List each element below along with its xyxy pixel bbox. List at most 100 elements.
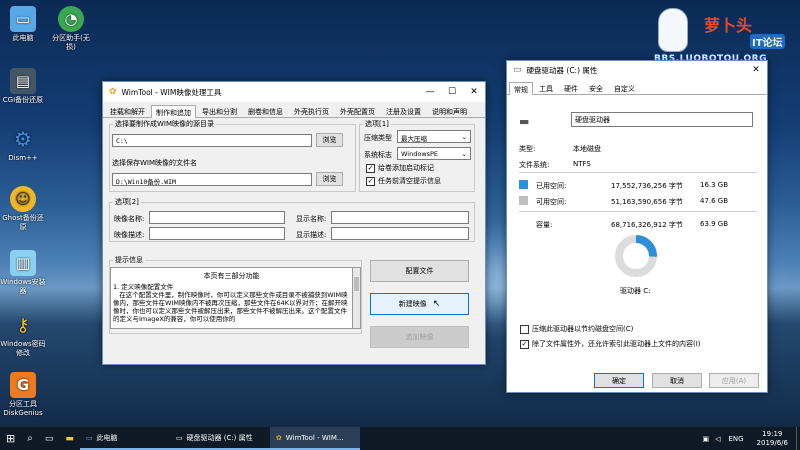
wimtool-titlebar[interactable]: ✿ WimTool - WIM映像处理工具 — ☐ ✕ <box>103 82 485 102</box>
drive-name-input[interactable]: 硬盘驱动器 <box>571 112 753 127</box>
apply-button[interactable]: 应用(A) <box>709 373 759 388</box>
compress-drive-label: 压缩此驱动器以节约磁盘空间(C) <box>532 325 634 333</box>
wimtool-app-icon: ✿ <box>275 433 282 442</box>
info-scrollbar[interactable] <box>352 267 361 329</box>
desktop-icon-password[interactable]: ⚷ Windows密码修改 <box>0 312 46 358</box>
clock-date: 2019/6/6 <box>756 438 788 447</box>
tab-mount[interactable]: 挂载和解开 <box>105 104 150 117</box>
maximize-button[interactable]: ☐ <box>441 82 463 102</box>
compress-label: 压缩类型 <box>364 134 392 142</box>
boot-mark-checkbox[interactable]: ✓ 给卷添加启动标记 <box>366 163 434 173</box>
capacity-bytes: 68,716,326,912 字节 <box>611 221 683 229</box>
task-view-icon[interactable]: ▭ <box>39 427 60 450</box>
taskbar: ⊞ ⌕ ▭ ▬ ▭ 此电脑 ▭ 硬盘驱动器 (C:) 属性 ✿ WimTool - W… <box>0 427 800 450</box>
chevron-down-icon: ⌄ <box>461 150 467 158</box>
desktop-icon-partition-assistant[interactable]: ◔ 分区助手(无损) <box>48 6 94 52</box>
append-image-button[interactable]: 追加映像 <box>370 326 469 348</box>
desktop-icon-this-pc[interactable]: ▭ 此电脑 <box>0 6 46 43</box>
desktop-icon-label: 此电脑 <box>12 34 34 42</box>
type-value: 本地磁盘 <box>573 145 601 153</box>
options2-title: 选项[2] <box>113 197 141 207</box>
display-name-input[interactable] <box>331 211 469 224</box>
wimtool-app-icon: ✿ <box>109 87 117 97</box>
taskbar-item-wimtool[interactable]: ✿ WimTool - WIM... <box>269 427 360 450</box>
clear-info-checkbox[interactable]: ✓ 任务前清空提示信息 <box>366 176 441 186</box>
computer-icon: ▭ <box>85 433 93 442</box>
tab-general[interactable]: 常规 <box>509 82 533 95</box>
properties-titlebar[interactable]: ▭ 硬盘驱动器 (C:) 属性 ✕ <box>507 61 767 79</box>
close-button[interactable]: ✕ <box>745 60 767 80</box>
taskbar-item-properties[interactable]: ▭ 硬盘驱动器 (C:) 属性 <box>169 427 270 450</box>
checkbox-unchecked-icon <box>520 324 529 334</box>
info-textarea[interactable]: 本页有三部分功能 1. 定义映像配置文件 在这个配置文件里，制作映像时，你可以定… <box>110 267 353 329</box>
display-name-label: 显示名称: <box>296 215 327 223</box>
system-flag-label: 系统标志 <box>364 151 392 159</box>
free-gb: 47.6 GB <box>700 197 729 205</box>
tab-customize[interactable]: 自定义 <box>609 81 640 94</box>
start-windows-icon[interactable]: ⊞ <box>0 427 21 450</box>
tab-delete[interactable]: 删卷和信息 <box>243 104 288 117</box>
desktop-icon-windows-installer[interactable]: ▥ Windows安装器 <box>0 250 46 296</box>
tab-shell-config[interactable]: 外壳配置页 <box>335 104 380 117</box>
clock[interactable]: 19:19 2019/6/6 <box>749 427 796 450</box>
language-indicator[interactable]: ENG <box>723 427 748 450</box>
network-icon[interactable]: ▣ <box>699 427 712 450</box>
taskbar-item-this-pc[interactable]: ▭ 此电脑 <box>79 427 170 450</box>
desktop-icon-cgi[interactable]: ▤ CGI备份还原 <box>0 68 46 105</box>
dism-gear-icon: ⚙ <box>14 126 32 151</box>
tab-export[interactable]: 导出和分割 <box>197 104 242 117</box>
taskbar-item-label: 此电脑 <box>96 433 118 442</box>
desktop-icon-label: Windows密码修改 <box>0 340 46 357</box>
new-image-button[interactable]: 新建映像 ↖ <box>370 293 469 315</box>
image-name-input[interactable] <box>149 211 285 224</box>
source-label: 选择要制作成WIM映像的源目录 <box>113 119 217 129</box>
free-swatch <box>519 196 528 205</box>
tab-register[interactable]: 注册及设置 <box>381 104 426 117</box>
config-file-button[interactable]: 配置文件 <box>370 260 469 282</box>
info-heading: 本页有三部分功能 <box>203 272 260 280</box>
file-explorer-icon[interactable]: ▬ <box>59 427 80 450</box>
filesystem-label: 文件系统: <box>519 161 550 169</box>
info-title: 提示信息 <box>113 255 145 265</box>
compress-drive-checkbox[interactable]: 压缩此驱动器以节约磁盘空间(C) <box>520 324 633 334</box>
scrollbar-thumb[interactable] <box>354 277 359 291</box>
search-icon[interactable]: ⌕ <box>21 427 39 450</box>
minimize-button[interactable]: — <box>419 82 441 102</box>
ghost-icon: ☺ <box>10 186 36 212</box>
tab-shell-exec[interactable]: 外壳执行页 <box>289 104 334 117</box>
ok-button[interactable]: 确定 <box>594 373 644 388</box>
source-dir-input[interactable]: C:\ <box>112 134 312 147</box>
cancel-button[interactable]: 取消 <box>652 373 702 388</box>
used-gb: 16.3 GB <box>700 181 729 189</box>
capacity-label: 容量: <box>536 221 553 229</box>
clear-info-label: 任务前清空提示信息 <box>378 177 441 185</box>
tab-create[interactable]: 制作和追加 <box>151 105 196 118</box>
properties-title: 硬盘驱动器 (C:) 属性 <box>526 65 598 75</box>
hard-drive-icon: ▬ <box>519 115 530 128</box>
show-desktop-button[interactable] <box>796 427 800 450</box>
system-flag-select[interactable]: WindowsPE ⌄ <box>397 147 471 160</box>
free-label: 可用空间: <box>536 198 567 206</box>
logo-badge: IT论坛 <box>750 34 785 49</box>
logo-title: 萝卜头 <box>704 16 753 35</box>
computer-icon: ▭ <box>10 6 36 32</box>
image-desc-input[interactable] <box>149 227 285 240</box>
clock-time: 19:19 <box>762 429 783 438</box>
tab-hardware[interactable]: 硬件 <box>559 81 583 94</box>
index-content-label: 除了文件属性外，还允许索引此驱动器上文件的内容(I) <box>532 340 701 348</box>
browse-save-button[interactable]: 浏览 <box>316 172 343 186</box>
close-button[interactable]: ✕ <box>463 82 485 102</box>
desktop-icon-diskgenius[interactable]: G 分区工具DiskGenius <box>0 372 46 418</box>
display-desc-input[interactable] <box>331 227 469 240</box>
compress-select[interactable]: 最大压缩 ⌄ <box>397 130 471 143</box>
tab-tools[interactable]: 工具 <box>534 81 558 94</box>
index-content-checkbox[interactable]: ✓ 除了文件属性外，还允许索引此驱动器上文件的内容(I) <box>520 339 701 349</box>
save-file-input[interactable]: D:\Win10备份.WIM <box>112 173 312 186</box>
speaker-icon[interactable]: ◁ <box>712 427 723 450</box>
compress-value: 最大压缩 <box>401 135 427 143</box>
tab-about[interactable]: 说明和声明 <box>427 104 472 117</box>
desktop-icon-ghost[interactable]: ☺ Ghost备份还原 <box>0 186 46 232</box>
tab-security[interactable]: 安全 <box>584 81 608 94</box>
desktop-icon-dism[interactable]: ⚙ Dism++ <box>0 126 46 163</box>
browse-source-button[interactable]: 浏览 <box>316 133 343 147</box>
